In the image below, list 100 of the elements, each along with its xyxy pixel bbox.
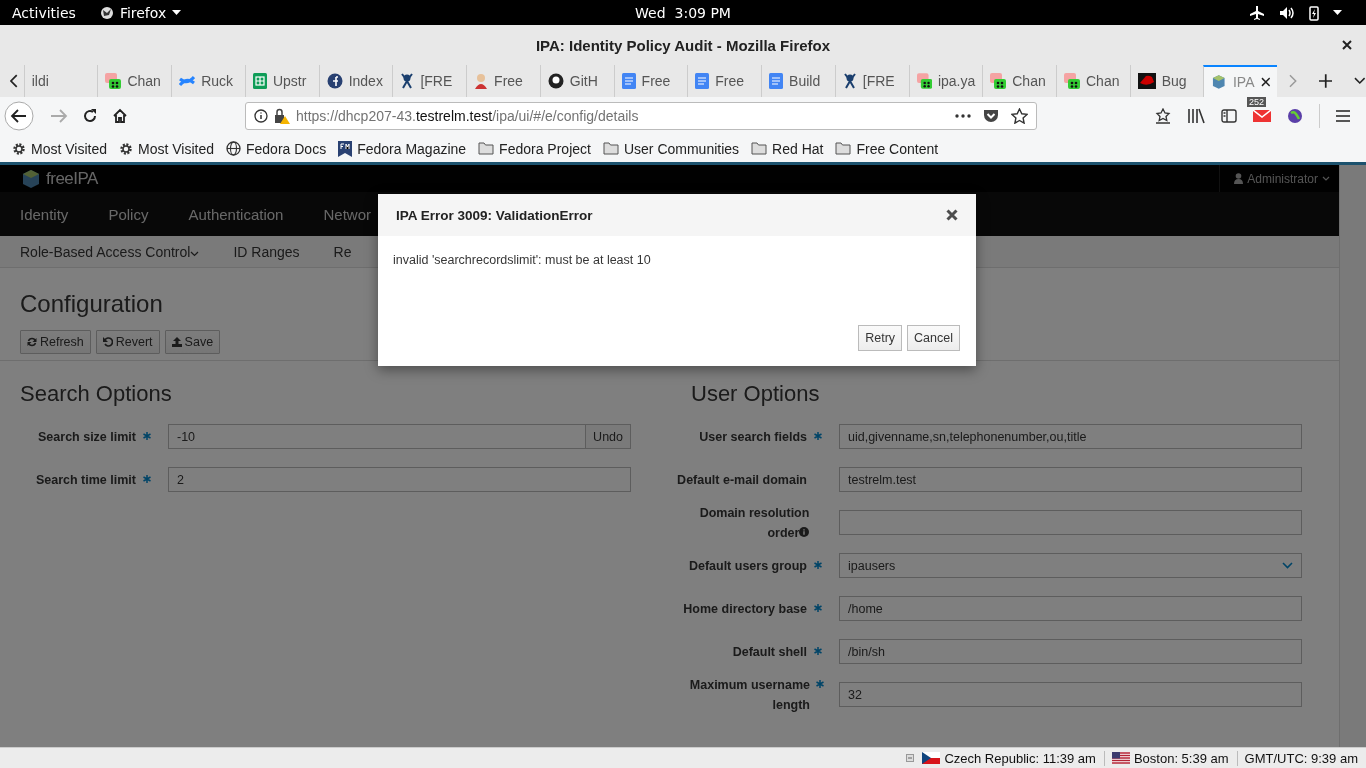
dialog-button[interactable]: Retry (858, 325, 903, 351)
browser-tab[interactable]: IPA (1203, 65, 1278, 97)
clock-item[interactable]: Boston: 5:39 am (1103, 750, 1229, 766)
globe-icon[interactable] (1287, 108, 1303, 124)
brand-logo: freeIPA (0, 168, 98, 189)
figure-icon (842, 73, 857, 89)
bookmark-item[interactable]: Fedora Magazine (338, 140, 467, 157)
mail-icon[interactable] (1253, 110, 1271, 122)
info-icon[interactable] (254, 109, 268, 123)
input-field[interactable]: 32 (839, 682, 1302, 707)
mail-count-badge: 252 (1247, 97, 1267, 107)
save-button[interactable]: Save (164, 330, 221, 354)
folder-icon (478, 142, 495, 155)
hat-icon (1137, 73, 1156, 89)
figure-icon (400, 73, 415, 89)
diff-icon (990, 73, 1007, 89)
section-title: Search Options (20, 381, 173, 407)
battery-icon[interactable] (1309, 4, 1319, 21)
input-field[interactable]: /bin/sh (839, 639, 1302, 664)
input-field[interactable]: testrelm.test (839, 467, 1302, 492)
subnav-item[interactable]: Role-Based Access Control (20, 243, 200, 260)
input-field[interactable]: uid,givenname,sn,telephonenumber,ou,title (839, 424, 1302, 449)
nav-item[interactable]: Authentication (188, 205, 284, 223)
field-label: Home directory base (683, 600, 807, 618)
nav-item[interactable]: Policy (108, 205, 149, 223)
field-label: Default shell (732, 643, 807, 661)
input-field[interactable]: /home (839, 596, 1302, 621)
menu-icon[interactable] (1336, 110, 1350, 122)
input-field[interactable] (839, 510, 1302, 535)
back-button[interactable] (4, 101, 34, 131)
nav-item[interactable]: Networ (323, 205, 371, 223)
activities-button[interactable]: Activities (12, 4, 76, 21)
reload-icon[interactable] (82, 108, 98, 124)
diff-icon (916, 73, 932, 89)
chevron-down-icon (1322, 176, 1330, 181)
scrollbar[interactable] (1339, 165, 1366, 747)
diff-icon (1064, 73, 1080, 89)
window-title: IPA: Identity Policy Audit - Mozilla Firefox (535, 36, 831, 54)
more-icon[interactable] (955, 114, 971, 118)
bookmark-item[interactable]: Most Visited (12, 140, 107, 157)
field-label: Search size limit (38, 428, 136, 446)
bookmark-item[interactable]: Free Content (835, 140, 939, 157)
bookmark-tray-icon[interactable] (1155, 108, 1171, 124)
bookmark-item[interactable]: Most Visited (119, 140, 214, 157)
clock[interactable]: Wed 3:09 PM (635, 4, 731, 21)
field-label: Default users group (688, 557, 807, 575)
field-label: Domain resolution order (698, 504, 810, 542)
url-text: https://dhcp207-43.testrelm.test/ipa/ui/#/e/config/details (296, 108, 639, 124)
clock-item[interactable]: Czech Republic: 11:39 am (922, 750, 1096, 766)
star-icon[interactable] (1011, 108, 1028, 124)
cube-icon (22, 168, 40, 189)
library-icon[interactable] (1187, 108, 1205, 124)
refresh-button[interactable]: Refresh (20, 330, 91, 354)
bookmark-item[interactable]: User Communities (602, 140, 740, 157)
scroll-left-icon[interactable] (10, 74, 18, 88)
caret-icon[interactable] (1333, 9, 1342, 16)
chevron-down-icon (190, 250, 200, 257)
undo-button[interactable]: Undo (585, 425, 630, 448)
folder-icon (751, 142, 768, 155)
bookmark-item[interactable]: Red Hat (751, 140, 824, 157)
chevron-down-icon (1282, 562, 1293, 569)
document-icon (695, 73, 710, 89)
revert-button[interactable]: Revert (95, 330, 160, 354)
tab-list-icon[interactable] (1354, 77, 1366, 85)
dialog-title: IPA Error 3009: ValidationError (396, 207, 593, 223)
input-field[interactable]: 2 (168, 467, 631, 492)
select-field[interactable]: ipausers (839, 553, 1302, 578)
new-tab-icon[interactable] (1318, 74, 1333, 88)
globe-icon (226, 141, 241, 156)
subnav-item[interactable]: ID Ranges (233, 243, 300, 260)
folder-icon (602, 142, 619, 155)
pocket-icon[interactable] (983, 108, 999, 124)
document-icon (769, 73, 784, 89)
flag-icon (922, 752, 941, 764)
close-icon[interactable] (1342, 40, 1352, 50)
document-icon (621, 73, 636, 89)
field-label: Search time limit (35, 471, 136, 489)
clock-item[interactable]: GMT/UTC: 9:39 am (1236, 750, 1358, 766)
airplane-icon[interactable] (1249, 4, 1265, 21)
home-icon[interactable] (112, 108, 128, 124)
gear-icon (12, 141, 26, 156)
fedora-icon (326, 73, 343, 89)
close-icon[interactable] (1260, 77, 1271, 87)
page-title: Configuration (20, 290, 164, 318)
refresh-icon (27, 337, 37, 347)
nav-item[interactable]: Identity (20, 205, 69, 223)
app-menu[interactable]: Firefox (99, 4, 182, 21)
flag-icon (1111, 752, 1130, 764)
close-icon[interactable] (946, 209, 958, 221)
dialog-button[interactable]: Cancel (907, 325, 960, 351)
user-icon (1234, 173, 1244, 184)
lock-warning-icon[interactable] (274, 108, 290, 124)
undo-icon (102, 337, 113, 347)
input-field[interactable]: -10 Undo (168, 424, 631, 449)
subnav-item[interactable]: Re (333, 243, 352, 260)
sidebar-icon[interactable] (1221, 109, 1237, 123)
bookmark-item[interactable]: Fedora Docs (226, 140, 327, 157)
bookmark-item[interactable]: Fedora Project (478, 140, 591, 157)
folder-icon (835, 142, 852, 155)
address-bar[interactable]: https://dhcp207-43.testrelm.test/ipa/ui/#/e/config/details (245, 102, 1037, 130)
